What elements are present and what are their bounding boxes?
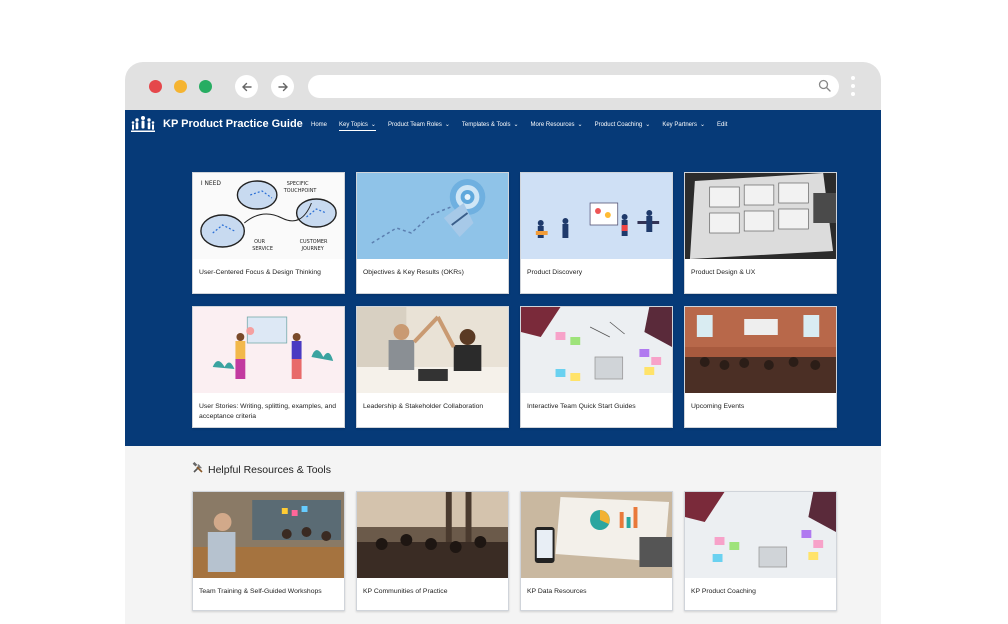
target-illustration-image	[357, 173, 508, 259]
nav-label: Edit	[717, 121, 728, 128]
team-illustration-image	[521, 173, 672, 259]
topic-card[interactable]: Objectives & Key Results (OKRs)	[356, 172, 509, 294]
chevron-down-icon: ⌄	[577, 122, 583, 128]
svg-text:SPECIFIC: SPECIFIC	[287, 181, 309, 187]
nav-label: Key Partners	[662, 121, 697, 128]
key-topics-row: I NEED SPECIFIC TOUCHPOINT OUR SERVICE C…	[192, 172, 837, 294]
nav-product-team-roles[interactable]: Product Team Roles ⌄	[387, 121, 450, 129]
svg-text:I NEED: I NEED	[201, 180, 221, 187]
topic-label: Leadership & Stakeholder Collaboration	[363, 403, 484, 410]
topic-label: Product Discovery	[527, 269, 583, 276]
resource-label: KP Communities of Practice	[363, 588, 448, 595]
chevron-down-icon: ⌄	[700, 122, 706, 128]
svg-text:OUR: OUR	[254, 239, 265, 245]
nav-label: Product Team Roles	[387, 121, 442, 128]
data-photo-image	[521, 492, 672, 578]
nav-more-resources[interactable]: More Resources ⌄	[530, 121, 583, 129]
topic-label: Interactive Team Quick Start Guides	[527, 403, 636, 410]
sketch-diagram-image: I NEED SPECIFIC TOUCHPOINT OUR SERVICE C…	[193, 173, 344, 259]
resource-card[interactable]: Team Training & Self-Guided Workshops	[192, 491, 345, 611]
resource-card[interactable]: KP Product Coaching	[684, 491, 837, 611]
resource-card[interactable]: KP Data Resources	[520, 491, 673, 611]
topic-label: User Stories: Writing, splitting, exampl…	[199, 403, 336, 420]
resource-label: KP Product Coaching	[691, 588, 756, 595]
resource-card[interactable]: KP Communities of Practice	[356, 491, 509, 611]
nav-label: Product Coaching	[594, 121, 643, 128]
svg-text:JOURNEY: JOURNEY	[301, 246, 325, 252]
key-topics-row: User Stories: Writing, splitting, exampl…	[192, 306, 837, 428]
whiteboard-illustration-image	[193, 307, 344, 393]
event-photo-image	[685, 307, 836, 393]
nav-label: More Resources	[530, 121, 575, 128]
arrow-left-icon	[241, 82, 252, 91]
maximize-window-button[interactable]	[199, 80, 212, 93]
resources-heading: Helpful Resources & Tools	[192, 461, 331, 477]
svg-text:TOUCHPOINT: TOUCHPOINT	[283, 188, 318, 194]
tools-icon	[192, 461, 204, 477]
nav-templates-tools[interactable]: Templates & Tools ⌄	[461, 121, 519, 129]
nav-home[interactable]: Home	[311, 121, 327, 128]
site-page: KP Product Practice Guide Home Key Topic…	[125, 110, 881, 624]
high-five-photo-image	[357, 307, 508, 393]
browser-toolbar	[125, 62, 881, 110]
topic-card[interactable]: Interactive Team Quick Start Guides	[520, 306, 673, 428]
workshop-photo-image	[193, 492, 344, 578]
nav-product-coaching[interactable]: Product Coaching ⌄	[594, 121, 651, 129]
nav-key-partners[interactable]: Key Partners ⌄	[662, 121, 706, 129]
main-menu: Home Key Topics ⌄ Product Team Roles ⌄ Tem…	[311, 121, 739, 131]
browser-window: KP Product Practice Guide Home Key Topic…	[125, 62, 881, 624]
topic-label: User-Centered Focus & Design Thinking	[199, 269, 321, 276]
topic-card[interactable]: Leadership & Stakeholder Collaboration	[356, 306, 509, 428]
chevron-down-icon: ⌄	[444, 122, 450, 128]
topic-label: Product Design & UX	[691, 269, 756, 276]
nav-label: Key Topics	[339, 121, 368, 128]
back-button[interactable]	[235, 75, 258, 98]
nav-label: Home	[311, 121, 328, 128]
topic-card[interactable]: Product Discovery	[520, 172, 673, 294]
hero-section: KP Product Practice Guide Home Key Topic…	[125, 110, 881, 446]
resource-label: Team Training & Self-Guided Workshops	[199, 588, 322, 595]
resources-row: Team Training & Self-Guided Workshops KP…	[192, 491, 837, 611]
resources-title: Helpful Resources & Tools	[208, 463, 331, 476]
chevron-down-icon: ⌄	[513, 122, 519, 128]
svg-text:SERVICE: SERVICE	[252, 246, 273, 252]
topic-card[interactable]: User Stories: Writing, splitting, exampl…	[192, 306, 345, 428]
address-bar[interactable]	[308, 75, 839, 98]
chevron-down-icon: ⌄	[370, 122, 376, 128]
community-photo-image	[357, 492, 508, 578]
chevron-down-icon: ⌄	[645, 122, 651, 128]
top-navigation: KP Product Practice Guide Home Key Topic…	[125, 110, 881, 140]
sticky-notes-photo-image	[521, 307, 672, 393]
svg-text:CUSTOMER: CUSTOMER	[300, 239, 328, 245]
more-options-icon[interactable]	[850, 76, 856, 98]
topic-card[interactable]: Product Design & UX	[684, 172, 837, 294]
topic-card[interactable]: I NEED SPECIFIC TOUCHPOINT OUR SERVICE C…	[192, 172, 345, 294]
topic-card[interactable]: Upcoming Events	[684, 306, 837, 428]
minimize-window-button[interactable]	[174, 80, 187, 93]
close-window-button[interactable]	[149, 80, 162, 93]
search-icon[interactable]	[818, 79, 831, 92]
coaching-photo-image	[685, 492, 836, 578]
arrow-right-icon	[277, 82, 288, 91]
logo-icon	[131, 116, 155, 132]
nav-edit[interactable]: Edit	[717, 121, 727, 128]
forward-button[interactable]	[271, 75, 294, 98]
nav-label: Templates & Tools	[461, 121, 511, 128]
wireframe-photo-image	[685, 173, 836, 259]
site-title[interactable]: KP Product Practice Guide	[163, 118, 303, 130]
topic-label: Objectives & Key Results (OKRs)	[363, 269, 464, 276]
nav-key-topics[interactable]: Key Topics ⌄	[339, 121, 376, 131]
resource-label: KP Data Resources	[527, 588, 587, 595]
topic-label: Upcoming Events	[691, 403, 745, 410]
